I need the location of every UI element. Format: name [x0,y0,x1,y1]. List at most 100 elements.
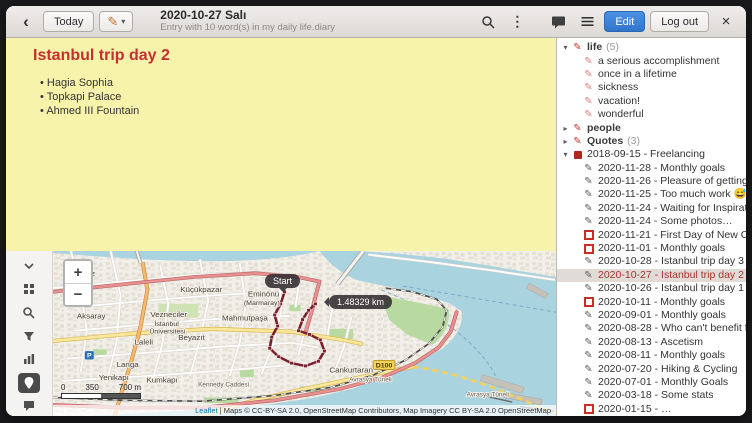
tree-item[interactable]: ✎2020-08-11 - Monthly goals [557,349,746,362]
tree-item[interactable]: ✎2020-11-24 - Waiting for Inspiration… [557,202,746,215]
tree-item[interactable]: ▸✎people [557,121,746,134]
map-label: Laleli [135,338,154,347]
tree-item[interactable]: ✎once in a lifetime [557,68,746,81]
tree-item[interactable]: ✎2020-11-25 - Too much work 😅 [557,188,746,201]
edit-button[interactable]: Edit [604,11,645,32]
tree-item[interactable]: ▾2018-09-15 - Freelancing [557,148,746,161]
tree-item-label: 2020-11-24 - Waiting for Inspiration… [598,202,746,215]
search-panel-button[interactable] [18,303,40,322]
tag-pencil-icon: ✎ [571,122,584,135]
menu-button[interactable]: ⋮ [505,10,529,34]
entry-bullet: Topkapi Palace [40,90,544,104]
tree-item[interactable]: ✎wonderful [557,108,746,121]
tree-item[interactable]: 2020-01-15 - … [557,403,746,416]
leaflet-link[interactable]: Leaflet [195,406,218,415]
back-button[interactable]: ‹ [14,10,38,34]
tree-item[interactable]: 2020-11-21 - First Day of New Covid R… [557,228,746,241]
route-point [323,349,327,352]
zoom-out-button[interactable]: − [65,283,91,305]
entry-pencil-icon: ✎ [582,175,595,188]
edit-tool-button[interactable]: ✎ ▾ [99,11,133,32]
route-point [297,329,301,332]
entry-pencil-icon: ✎ [582,363,595,376]
expander-icon[interactable]: ▸ [560,122,571,135]
entry-bullet: Ahmed III Fountain [40,104,544,118]
tree-item[interactable]: ✎2020-11-24 - Some photos… [557,215,746,228]
collapse-panel-button[interactable] [18,256,40,275]
tree-item[interactable]: ✎2020-11-26 - Pleasure of getting exac… [557,175,746,188]
tag-pencil-icon: ✎ [571,135,584,148]
tree-item[interactable]: ✎2020-07-01 - Monthly Goals [557,376,746,389]
tree-item-label: 2020-11-28 - Monthly goals [598,162,725,175]
route-point [276,324,280,327]
route-point [301,318,305,321]
map-label: (Marmaray) [244,300,280,307]
entry-pencil-icon: ✎ [582,162,595,175]
tree-item-label: people [587,122,621,135]
tree-item[interactable]: 2020-11-01 - Monthly goals [557,242,746,255]
tree-item-label: wonderful [598,108,644,121]
logout-button[interactable]: Log out [650,11,709,32]
tree-item[interactable]: ✎2020-07-20 - Hiking & Cycling [557,362,746,375]
route-point [307,309,311,312]
map-label: Eminönü [248,290,279,299]
tree-item[interactable]: ✎2020-10-27 - Istanbul trip day 2 [557,269,746,282]
chat-button[interactable] [546,10,570,34]
map[interactable]: D100 P AkdenizKüçükpazarEminönü(Marmaray… [53,251,556,416]
entry-pencil-icon: ✎ [582,309,595,322]
tree-item[interactable]: 2020-10-11 - Monthly goals [557,295,746,308]
grid-view-button[interactable] [18,279,40,298]
tree-item[interactable]: ✎sickness [557,81,746,94]
zoom-in-button[interactable]: + [65,261,91,283]
tree-item-label: 2020-08-28 - Who can't benefit from … [598,322,746,335]
route-start-tooltip: Start [265,274,300,288]
chart-icon [21,351,37,367]
tree-item[interactable]: ✎2020-10-28 - Istanbul trip day 3 [557,255,746,268]
close-window-button[interactable]: × [714,10,738,34]
tagchild-pencil-icon: ✎ [582,68,595,81]
entry-pencil-icon: ✎ [582,202,595,215]
tree-item-label: 2020-10-11 - Monthly goals [598,296,725,309]
logout-button-label: Log out [661,16,698,28]
tree-item[interactable]: ✎a serious accomplishment [557,54,746,67]
tree-item[interactable]: ✎vacation! [557,95,746,108]
todo-square-icon [582,230,595,240]
expander-icon[interactable]: ▾ [560,41,571,54]
expander-icon[interactable]: ▾ [560,148,571,161]
entry-pane: Istanbul trip day 2 Hagia SophiaTopkapi … [6,38,556,416]
today-button[interactable]: Today [43,11,94,32]
road-shield: D100 [373,360,395,369]
tree-item-label: sickness [598,81,638,94]
tree-item[interactable]: ▾✎life(5) [557,41,746,54]
route-distance-tooltip: 1.48329 km [329,295,392,309]
tree-item[interactable]: ▸✎Quotes(3) [557,135,746,148]
tree-item[interactable]: ✎2020-10-26 - Istanbul trip day 1 [557,282,746,295]
map-view-button[interactable] [18,373,40,392]
tree-item[interactable]: ✎2020-08-28 - Who can't benefit from … [557,322,746,335]
tree-item[interactable]: ✎2020-03-18 - Some stats [557,389,746,402]
tree-item-label: 2020-11-24 - Some photos… [598,215,733,228]
chart-button[interactable] [18,350,40,369]
tagchild-pencil-icon: ✎ [582,55,595,68]
route-point [277,355,281,358]
route-point [270,336,274,339]
map-section: D100 P AkdenizKüçükpazarEminönü(Marmaray… [6,251,556,416]
entry-editor[interactable]: Istanbul trip day 2 Hagia SophiaTopkapi … [6,38,556,251]
search-button[interactable] [476,10,500,34]
expander-icon[interactable]: ▸ [560,135,571,148]
tree-item[interactable]: ✎2020-08-13 - Ascetism [557,336,746,349]
filter-button[interactable] [18,326,40,345]
entry-bullet: Hagia Sophia [40,76,544,90]
tree-item-label: 2020-07-01 - Monthly Goals [598,376,728,389]
menu-dots-icon: ⋮ [510,13,524,30]
tree-item-label: 2020-11-25 - Too much work 😅 [598,188,746,201]
tree-item[interactable]: ✎2020-09-01 - Monthly goals [557,309,746,322]
scale-label-0: 0 [61,383,65,392]
map-label: Küçükpazar [180,285,222,294]
tag-pencil-icon: ✎ [571,41,584,54]
tree-item[interactable]: ✎2020-11-28 - Monthly goals [557,162,746,175]
comment-button[interactable] [18,397,40,416]
today-button-label: Today [54,16,83,28]
hamburger-menu-button[interactable] [575,10,599,34]
entry-bullet-list: Hagia SophiaTopkapi PalaceAhmed III Foun… [33,76,544,118]
